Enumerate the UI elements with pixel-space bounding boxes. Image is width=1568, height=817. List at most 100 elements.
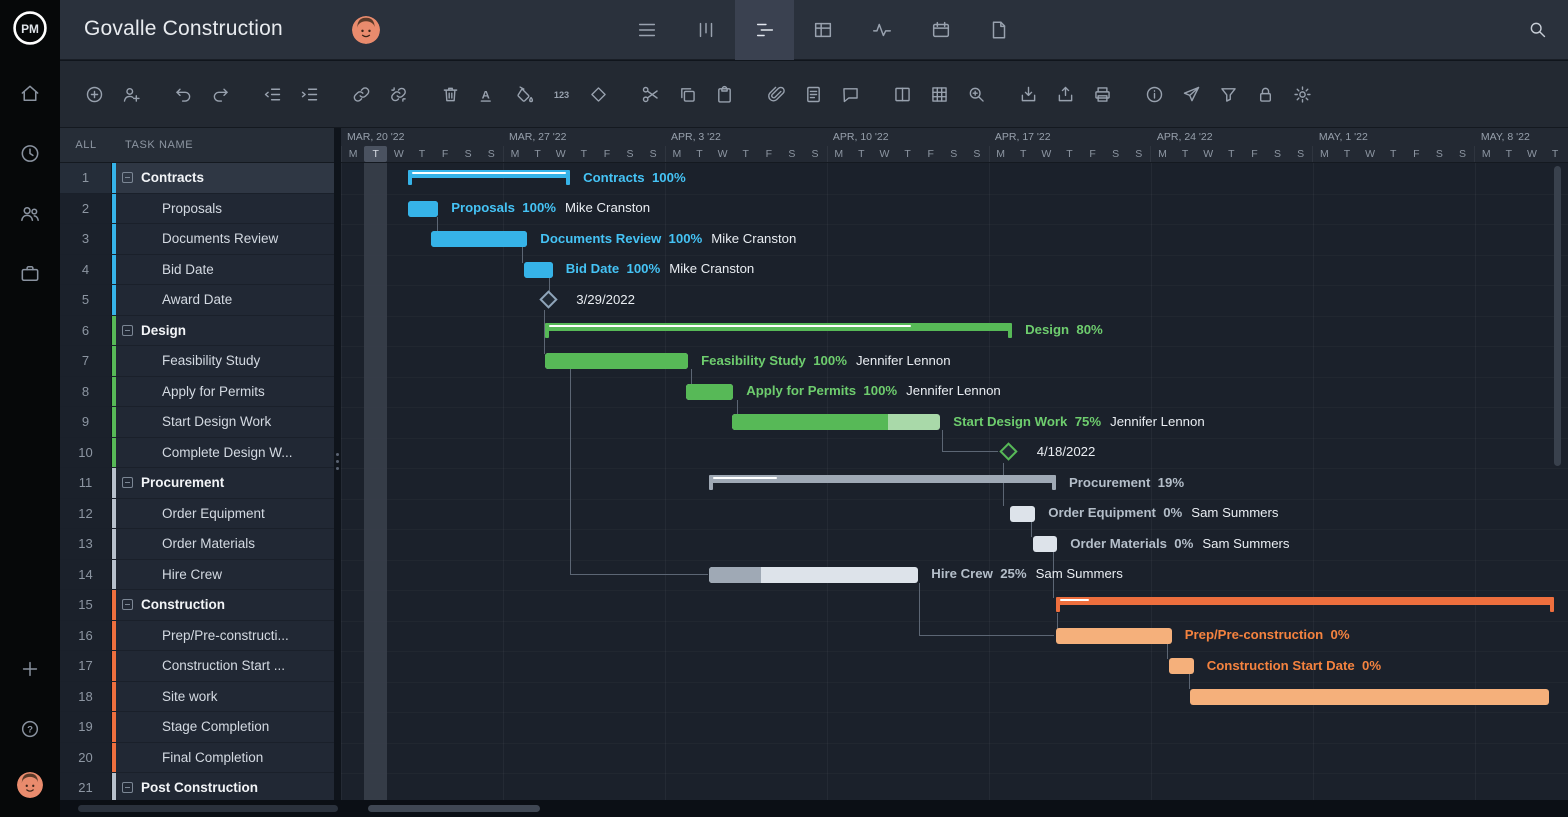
task-row[interactable]: 3 Documents Review (60, 224, 334, 255)
collapse-toggle-icon[interactable] (122, 325, 133, 336)
task-row[interactable]: 18 Site work (60, 682, 334, 713)
task-bar[interactable] (709, 567, 918, 583)
task-row[interactable]: 8 Apply for Permits (60, 377, 334, 408)
task-name-cell[interactable]: Stage Completion (112, 712, 334, 742)
task-row[interactable]: 4 Bid Date (60, 255, 334, 286)
task-row[interactable]: 7 Feasibility Study (60, 346, 334, 377)
collapse-toggle-icon[interactable] (122, 782, 133, 793)
task-name-cell[interactable]: Order Materials (112, 529, 334, 559)
task-name-cell[interactable]: Site work (112, 682, 334, 712)
toolbar-filter-icon[interactable] (1216, 82, 1240, 106)
task-name-cell[interactable]: Order Equipment (112, 499, 334, 529)
panel-resize-handle[interactable] (334, 128, 341, 800)
toolbar-outdent-icon[interactable] (260, 82, 284, 106)
toolbar-undo-icon[interactable] (171, 82, 195, 106)
toolbar-lock-icon[interactable] (1253, 82, 1277, 106)
toolbar-link-icon[interactable] (349, 82, 373, 106)
milestone-diamond[interactable] (539, 290, 557, 308)
task-name-cell[interactable]: Feasibility Study (112, 346, 334, 376)
toolbar-delete-icon[interactable] (438, 82, 462, 106)
toolbar-export-icon[interactable] (1053, 82, 1077, 106)
task-row[interactable]: 11 Procurement (60, 468, 334, 499)
view-tab-board-view[interactable] (677, 0, 736, 60)
task-row[interactable]: 9 Start Design Work (60, 407, 334, 438)
toolbar-add-icon[interactable] (82, 82, 106, 106)
toolbar-hyperlink-icon[interactable] (764, 82, 788, 106)
task-name-cell[interactable]: Construction Start ... (112, 651, 334, 681)
toolbar-cut-icon[interactable] (638, 82, 662, 106)
toolbar-numbers-icon[interactable]: 123 (549, 82, 573, 106)
collapse-toggle-icon[interactable] (122, 172, 133, 183)
view-tab-calendar-view[interactable] (911, 0, 970, 60)
task-row[interactable]: 5 Award Date (60, 285, 334, 316)
collapse-toggle-icon[interactable] (122, 477, 133, 488)
collapse-toggle-icon[interactable] (122, 599, 133, 610)
task-name-cell[interactable]: Award Date (112, 285, 334, 315)
gantt-hscroll-thumb[interactable] (368, 805, 540, 812)
task-name-cell[interactable]: Construction (112, 590, 334, 620)
task-row[interactable]: 1 Contracts (60, 163, 334, 194)
toolbar-assign-icon[interactable] (119, 82, 143, 106)
task-bar[interactable] (732, 414, 940, 430)
task-row[interactable]: 12 Order Equipment (60, 499, 334, 530)
search-icon[interactable] (1527, 19, 1548, 40)
task-bar[interactable] (545, 353, 689, 369)
view-tab-list-view[interactable] (618, 0, 677, 60)
task-row[interactable]: 10 Complete Design W... (60, 438, 334, 469)
task-bar[interactable] (1033, 536, 1057, 552)
task-name-cell[interactable]: Final Completion (112, 743, 334, 773)
task-row[interactable]: 17 Construction Start ... (60, 651, 334, 682)
task-name-cell[interactable]: Hire Crew (112, 560, 334, 590)
task-name-cell[interactable]: Prep/Pre-constructi... (112, 621, 334, 651)
toolbar-settings-icon[interactable] (1290, 82, 1314, 106)
vertical-scrollbar-thumb[interactable] (1554, 166, 1561, 466)
task-row[interactable]: 6 Design (60, 316, 334, 347)
project-owner-avatar[interactable] (352, 16, 380, 44)
task-name-cell[interactable]: Bid Date (112, 255, 334, 285)
toolbar-comment-icon[interactable] (838, 82, 862, 106)
task-row[interactable]: 15 Construction (60, 590, 334, 621)
task-row[interactable]: 14 Hire Crew (60, 560, 334, 591)
task-row[interactable]: 16 Prep/Pre-constructi... (60, 621, 334, 652)
toolbar-print-icon[interactable] (1090, 82, 1114, 106)
task-row[interactable]: 20 Final Completion (60, 743, 334, 774)
task-bar[interactable] (1056, 628, 1172, 644)
toolbar-copy-icon[interactable] (675, 82, 699, 106)
task-bar[interactable] (1010, 506, 1036, 522)
user-avatar[interactable] (17, 772, 43, 798)
toolbar-milestone-icon[interactable] (586, 82, 610, 106)
toolbar-unlink-icon[interactable] (386, 82, 410, 106)
toolbar-share-icon[interactable] (1179, 82, 1203, 106)
task-name-cell[interactable]: Design (112, 316, 334, 346)
summary-bar[interactable] (408, 170, 570, 178)
task-bar[interactable] (431, 231, 527, 247)
toolbar-grid-icon[interactable] (927, 82, 951, 106)
toolbar-redo-icon[interactable] (208, 82, 232, 106)
summary-bar[interactable] (709, 475, 1056, 483)
task-bar[interactable] (408, 201, 438, 217)
view-tab-activity-view[interactable] (853, 0, 912, 60)
task-name-cell[interactable]: Complete Design W... (112, 438, 334, 468)
column-header-task-name[interactable]: TASK NAME (112, 139, 193, 151)
toolbar-columns-icon[interactable] (890, 82, 914, 106)
task-row[interactable]: 21 Post Construction (60, 773, 334, 800)
view-tab-gantt-view[interactable] (735, 0, 794, 60)
rail-item-portfolio-icon[interactable] (19, 262, 42, 285)
toolbar-fill-color-icon[interactable] (512, 82, 536, 106)
task-row[interactable]: 2 Proposals (60, 194, 334, 225)
task-name-cell[interactable]: Procurement (112, 468, 334, 498)
task-panel-hscroll-thumb[interactable] (78, 805, 338, 812)
toolbar-zoom-icon[interactable] (964, 82, 988, 106)
view-tab-sheet-view[interactable] (794, 0, 853, 60)
pm-logo[interactable]: PM (11, 9, 49, 47)
task-name-cell[interactable]: Contracts (112, 163, 334, 193)
toolbar-paste-icon[interactable] (712, 82, 736, 106)
task-row[interactable]: 19 Stage Completion (60, 712, 334, 743)
rail-item-help-icon[interactable]: ? (19, 718, 41, 740)
rail-item-timesheet-icon[interactable] (19, 142, 42, 165)
summary-bar[interactable] (1056, 597, 1554, 605)
task-name-cell[interactable]: Documents Review (112, 224, 334, 254)
task-bar[interactable] (686, 384, 733, 400)
rail-item-home-icon[interactable] (19, 82, 42, 105)
task-row[interactable]: 13 Order Materials (60, 529, 334, 560)
